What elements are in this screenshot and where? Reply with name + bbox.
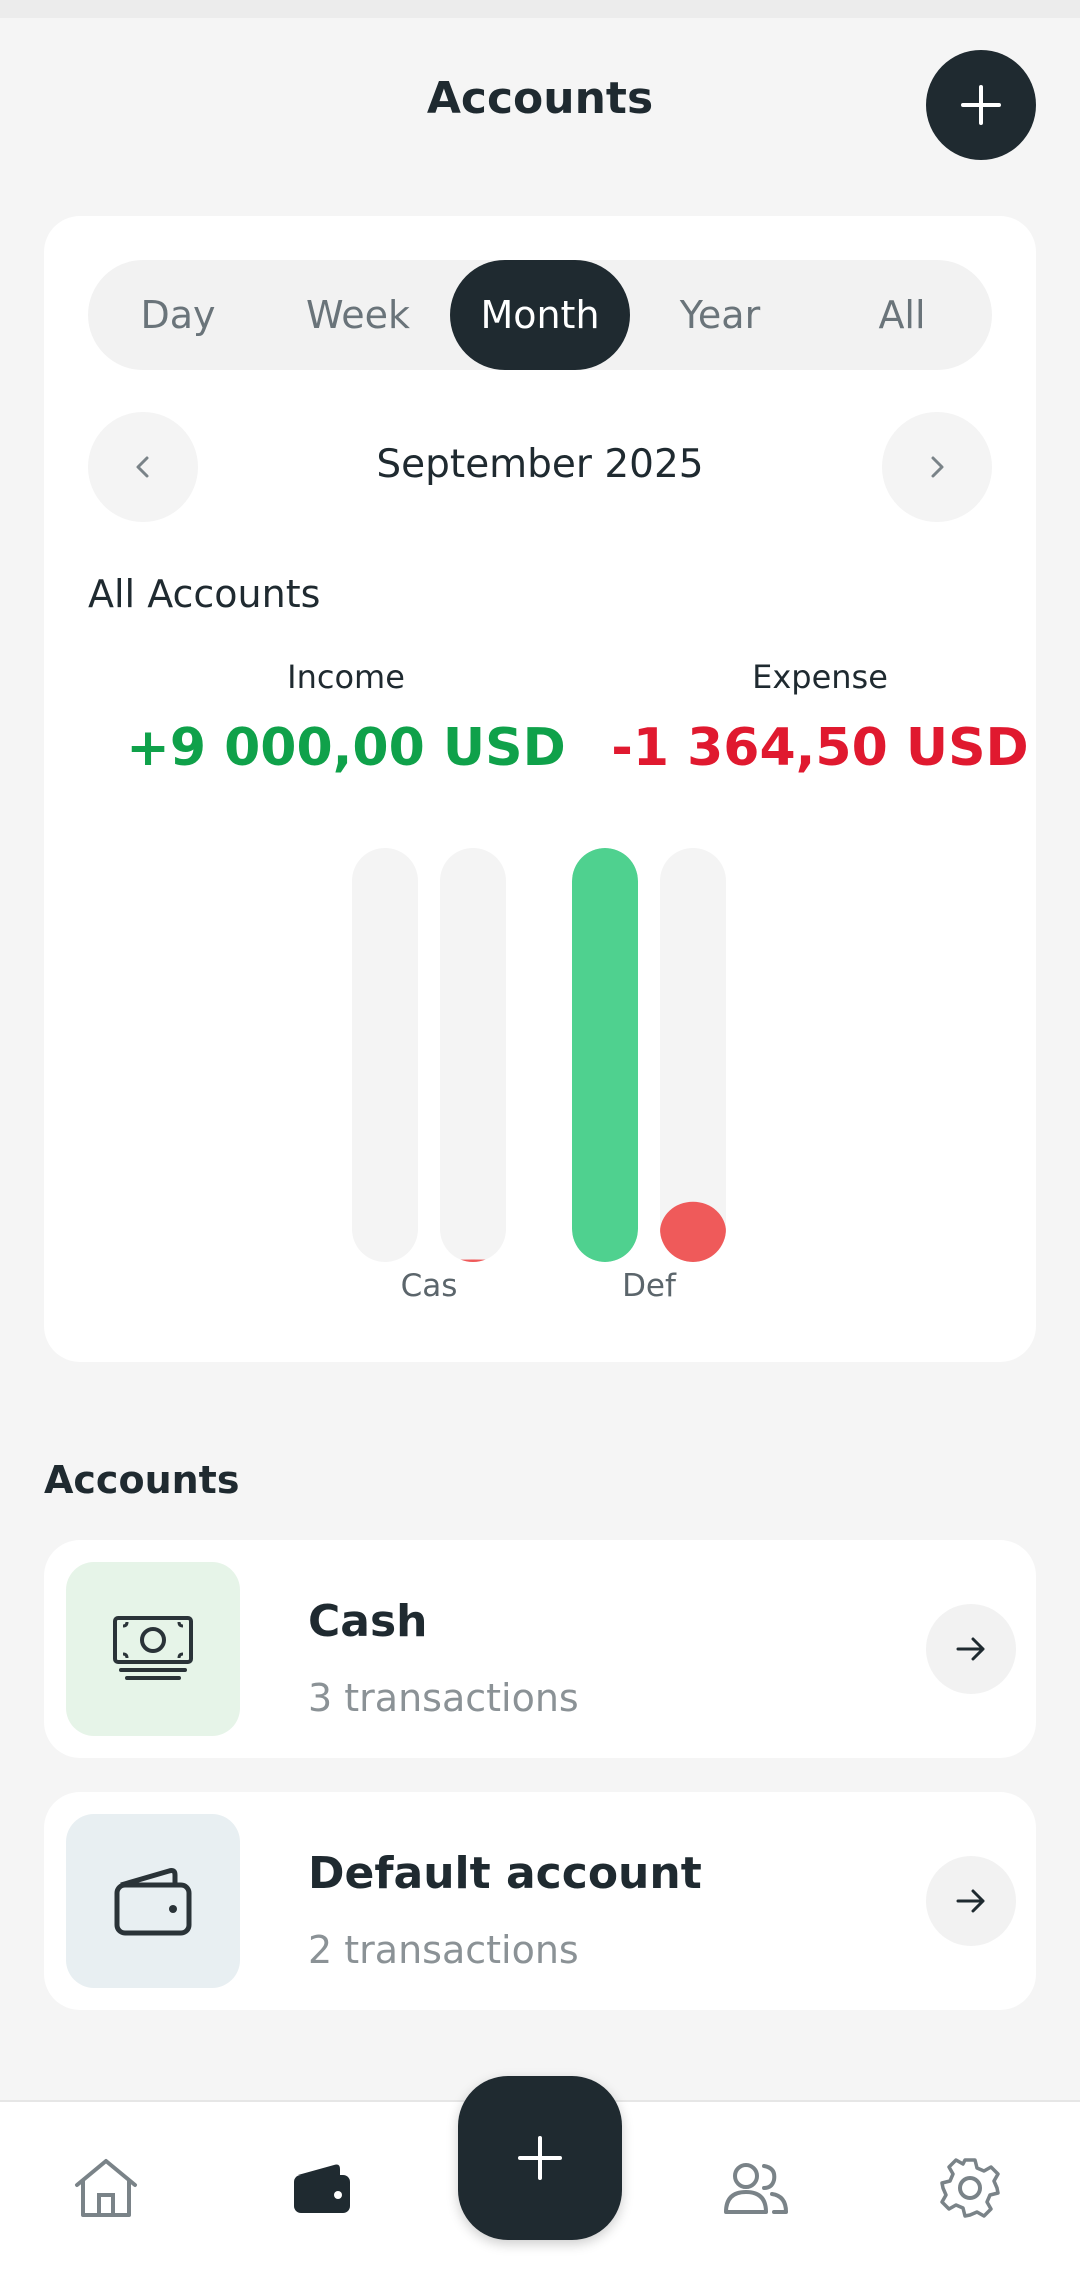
account-icon-box (66, 1814, 240, 1988)
category-label: Def (622, 1268, 677, 1304)
account-icon-box (66, 1562, 240, 1736)
arrow-right-icon (956, 1889, 985, 1913)
header: Accounts (0, 18, 1080, 188)
expense-bar-cas (440, 1259, 506, 1262)
add-account-button[interactable] (926, 50, 1036, 160)
nav-settings[interactable] (920, 2138, 1020, 2238)
income-bar-def (572, 848, 638, 1262)
bar-track (352, 848, 418, 1262)
category-label: Cas (401, 1268, 458, 1304)
expense-bar-def (660, 1201, 726, 1262)
plus-icon (961, 85, 1001, 125)
arrow-right-icon (956, 1637, 985, 1661)
people-icon (724, 2163, 788, 2214)
open-account-button[interactable] (926, 1604, 1016, 1694)
account-card-cash[interactable]: Cash 3 transactions (44, 1540, 1036, 1758)
plus-icon (518, 2136, 562, 2180)
gear-icon (940, 2158, 1000, 2218)
bar-track (660, 848, 726, 1262)
summary-card: Day Week Month Year All September 2025 A… (44, 216, 1036, 1362)
account-transaction-count: 3 transactions (308, 1676, 579, 1720)
wallet-icon (114, 1868, 192, 1936)
wallet-icon (294, 2164, 350, 2213)
page-title: Accounts (426, 73, 654, 124)
account-name: Cash (308, 1596, 428, 1647)
account-transaction-count: 2 transactions (308, 1928, 579, 1972)
account-card-default[interactable]: Default account 2 transactions (44, 1792, 1036, 2010)
add-transaction-button[interactable] (458, 2076, 622, 2240)
nav-people[interactable] (706, 2138, 806, 2238)
accounts-heading: Accounts (44, 1458, 240, 1502)
status-bar (0, 0, 1080, 18)
banknote-icon (113, 1616, 193, 1680)
bar-track (440, 848, 506, 1262)
nav-accounts[interactable] (272, 2138, 372, 2238)
nav-home[interactable] (56, 2138, 156, 2238)
open-account-button[interactable] (926, 1856, 1016, 1946)
accounts-bar-chart: Cas Def (352, 848, 726, 1304)
account-name: Default account (308, 1848, 702, 1899)
home-icon (75, 2159, 137, 2217)
